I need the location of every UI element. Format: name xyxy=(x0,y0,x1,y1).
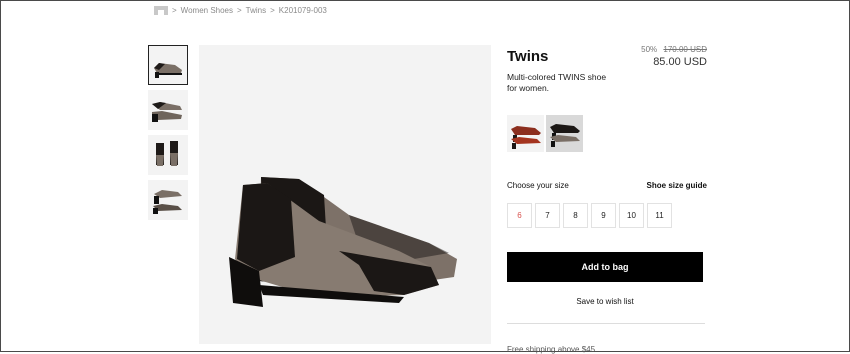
size-option-7[interactable]: 7 xyxy=(535,203,560,228)
price-box: 50% 170.00 USD 85.00 USD xyxy=(641,45,707,68)
current-price: 85.00 USD xyxy=(653,56,707,68)
size-option-6[interactable]: 6 xyxy=(507,203,532,228)
add-to-bag-button[interactable]: Add to bag xyxy=(507,252,703,282)
breadcrumb-separator: > xyxy=(172,6,177,15)
size-option-8[interactable]: 8 xyxy=(563,203,588,228)
size-header: Choose your size Shoe size guide xyxy=(507,181,707,190)
breadcrumb-sku: K201079-003 xyxy=(278,6,327,15)
product-main-image[interactable] xyxy=(199,45,491,344)
product-description: Multi-colored TWINS shoe for women. xyxy=(507,72,607,93)
size-options: 6 7 8 9 10 11 xyxy=(507,203,672,228)
shipping-note: Free shipping above $45 xyxy=(507,345,596,354)
breadcrumb-separator: > xyxy=(237,6,242,15)
size-option-9[interactable]: 9 xyxy=(591,203,616,228)
discount-line: 50% 170.00 USD xyxy=(641,45,707,54)
size-guide-link[interactable]: Shoe size guide xyxy=(647,181,707,190)
size-option-11[interactable]: 11 xyxy=(647,203,672,228)
thumbnail-pair-view[interactable] xyxy=(148,180,188,220)
thumbnail-side-view[interactable] xyxy=(148,45,188,85)
home-icon[interactable] xyxy=(154,6,168,15)
choose-size-label: Choose your size xyxy=(507,181,569,190)
color-swatches xyxy=(507,115,583,152)
breadcrumb-twins[interactable]: Twins xyxy=(246,6,266,15)
color-swatch-black-gray[interactable] xyxy=(546,115,583,152)
size-option-10[interactable]: 10 xyxy=(619,203,644,228)
product-title: Twins xyxy=(507,48,549,65)
breadcrumb-women-shoes[interactable]: Women Shoes xyxy=(181,6,233,15)
breadcrumb-separator: > xyxy=(270,6,275,15)
color-swatch-red[interactable] xyxy=(507,115,544,152)
breadcrumb: > Women Shoes > Twins > K201079-003 xyxy=(154,6,327,15)
thumbnail-front-view[interactable] xyxy=(148,135,188,175)
save-to-wish-list-link[interactable]: Save to wish list xyxy=(507,297,703,306)
thumbnail-list xyxy=(148,45,190,225)
divider xyxy=(507,323,705,324)
original-price: 170.00 USD xyxy=(663,45,707,54)
thumbnail-top-view[interactable] xyxy=(148,90,188,130)
discount-percent: 50% xyxy=(641,45,658,54)
